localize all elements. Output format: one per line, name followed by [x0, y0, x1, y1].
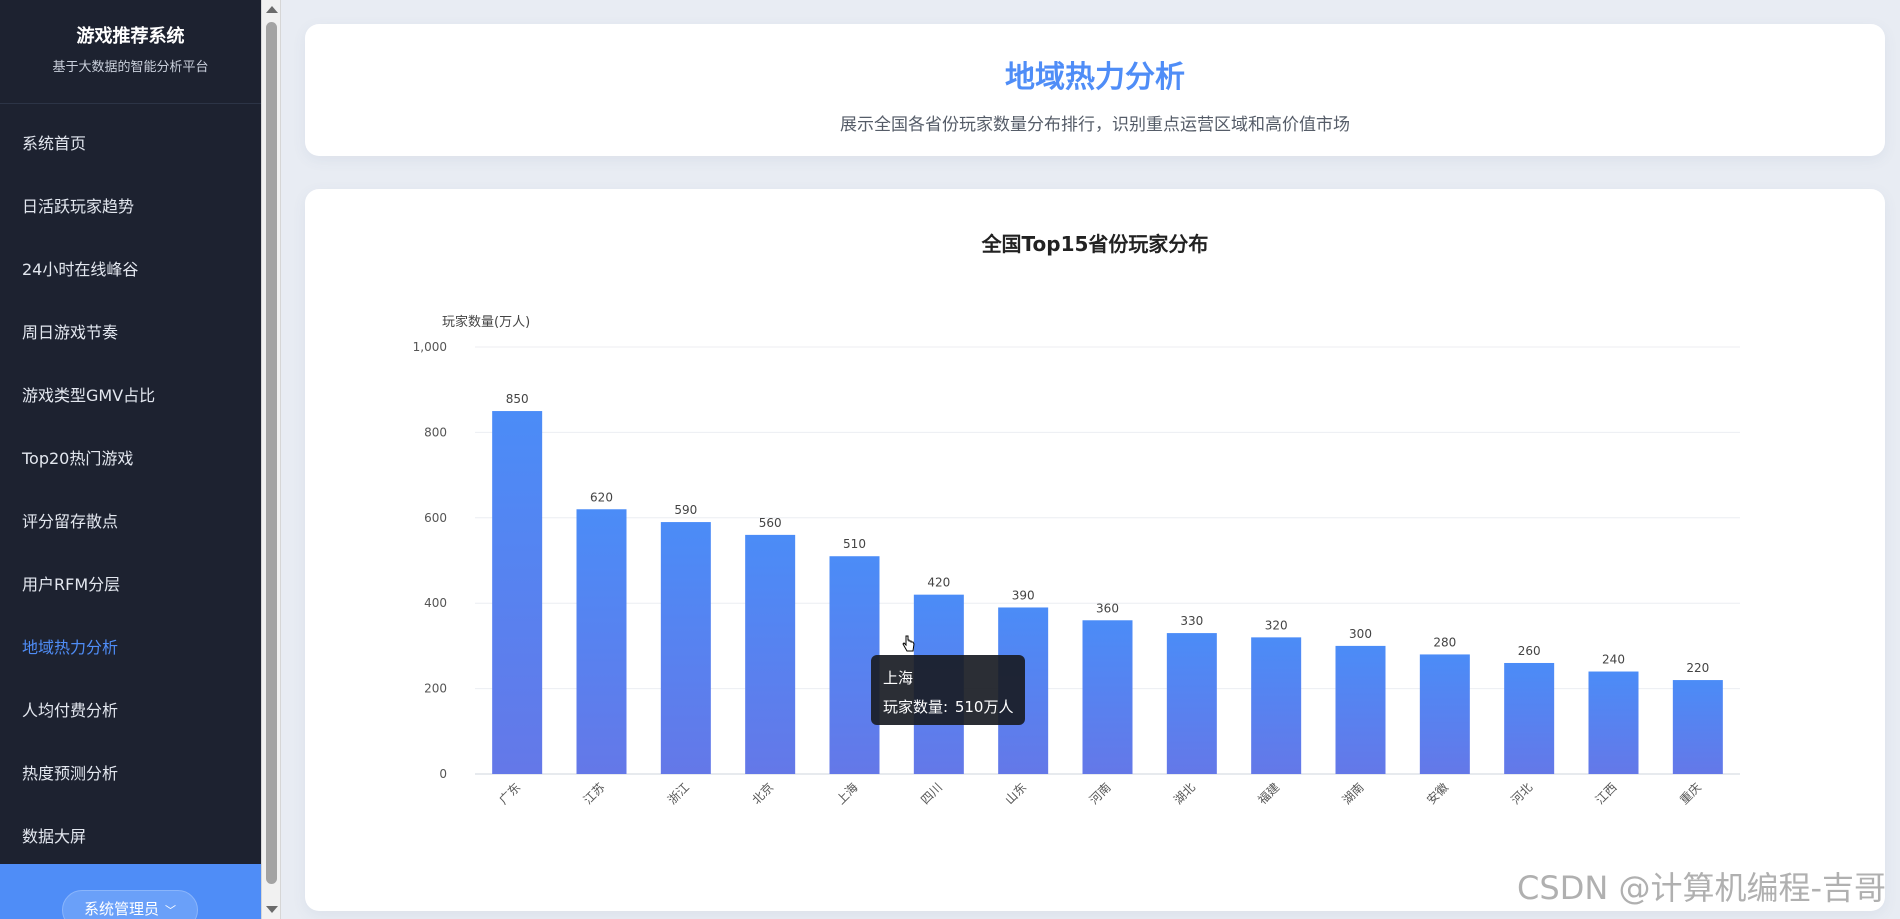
bar-3[interactable] [745, 534, 796, 774]
chart-title: 全国Top15省份玩家分布 [981, 232, 1209, 256]
sidebar-item-11[interactable]: 数据大屏 [0, 805, 261, 868]
main-content: 地域热力分析 展示全国各省份玩家数量分布排行，识别重点运营区域和高价值市场 全国… [282, 0, 1900, 919]
bar-12[interactable] [1504, 662, 1555, 774]
bar-13[interactable] [1588, 671, 1639, 774]
scroll-down-icon[interactable] [266, 906, 278, 913]
brand: 游戏推荐系统 基于大数据的智能分析平台 [0, 0, 261, 104]
x-tick-label: 四川 [918, 780, 945, 807]
y-tick-label: 800 [424, 425, 447, 439]
tooltip-name: 上海 [883, 669, 914, 687]
chart-card: 全国Top15省份玩家分布 玩家数量(万人) 0 200 400 600 800 1,00… [305, 189, 1885, 911]
x-tick-label: 广东 [496, 780, 523, 807]
user-bar: 系统管理员 ﹀ [0, 864, 261, 919]
y-tick-label: 0 [439, 767, 447, 781]
x-tick-label: 河北 [1508, 780, 1535, 807]
bar-14[interactable] [1672, 680, 1723, 774]
x-tick-label: 江西 [1593, 780, 1620, 807]
bar-7[interactable] [1082, 620, 1133, 774]
bar-10[interactable] [1335, 645, 1386, 774]
sidebar-item-6[interactable]: 评分留存散点 [0, 490, 261, 553]
x-tick-label: 河南 [1086, 780, 1114, 808]
data-label: 560 [759, 516, 782, 530]
x-tick-label: 浙江 [665, 780, 692, 807]
y-tick-label: 400 [424, 596, 447, 610]
x-tick-label: 安徽 [1423, 780, 1451, 808]
sidebar: 游戏推荐系统 基于大数据的智能分析平台 系统首页 日活跃玩家趋势 24小时在线峰谷周… [0, 0, 261, 919]
bar-1[interactable] [576, 509, 627, 774]
tooltip-label: 玩家数量: [883, 698, 949, 716]
sidebar-menu: 系统首页 日活跃玩家趋势 24小时在线峰谷 周日游戏节奏 游戏类型GMV占比 Top20热… [0, 104, 261, 868]
bar-8[interactable] [1166, 633, 1217, 774]
x-tick-label: 上海 [833, 780, 861, 808]
data-label: 220 [1686, 661, 1709, 675]
brand-subtitle: 基于大数据的智能分析平台 [52, 60, 209, 75]
x-tick-label: 江苏 [581, 780, 608, 807]
sidebar-item-1[interactable]: 日活跃玩家趋势 [0, 175, 261, 238]
data-label: 360 [1096, 601, 1119, 615]
sidebar-item-4[interactable]: 游戏类型GMV占比 [0, 364, 261, 427]
tooltip-value: 510万人 [954, 698, 1014, 716]
sidebar-item-7[interactable]: 用户RFM分层 [0, 553, 261, 616]
y-tick-label: 200 [424, 682, 447, 696]
x-tick-label: 湖南 [1339, 780, 1367, 808]
data-label: 240 [1602, 653, 1625, 667]
y-tick-label: 600 [424, 511, 447, 525]
data-label: 850 [506, 392, 529, 406]
watermark: CSDN @计算机编程-吉哥 [1517, 869, 1886, 907]
sidebar-item-5[interactable]: Top20热门游戏 [0, 427, 261, 490]
x-tick-label: 湖北 [1170, 780, 1198, 808]
sidebar-item-8[interactable]: 地域热力分析 [0, 616, 261, 679]
data-label: 260 [1518, 644, 1541, 658]
data-label: 510 [843, 537, 866, 551]
y-tick-label: 1,000 [413, 340, 447, 354]
data-label: 390 [1012, 588, 1035, 602]
sidebar-item-2[interactable]: 24小时在线峰谷 [0, 238, 261, 301]
y-axis-label: 玩家数量(万人) [442, 314, 530, 330]
data-label: 320 [1265, 618, 1288, 632]
sidebar-item-10[interactable]: 热度预测分析 [0, 742, 261, 805]
bar-chart: 全国Top15省份玩家分布 玩家数量(万人) 0 200 400 600 800 1,00… [413, 232, 1740, 808]
chevron-down-icon: ﹀ [165, 904, 176, 917]
data-label: 420 [927, 576, 950, 590]
sidebar-item-0[interactable]: 系统首页 [0, 112, 261, 175]
page-title: 地域热力分析 [1005, 60, 1185, 95]
hand-cursor-icon [902, 635, 915, 652]
bar-tooltip: 上海 玩家数量: 510万人 [871, 655, 1025, 725]
user-label: 系统管理员 [83, 900, 159, 918]
scroll-thumb[interactable] [266, 22, 277, 884]
sidebar-item-9[interactable]: 人均付费分析 [0, 679, 261, 742]
user-menu-button[interactable]: 系统管理员 ﹀ [62, 890, 198, 919]
data-label: 590 [674, 503, 697, 517]
scroll-up-icon[interactable] [266, 6, 278, 13]
brand-title: 游戏推荐系统 [76, 26, 185, 47]
data-label: 330 [1180, 614, 1203, 628]
x-tick-label: 重庆 [1677, 780, 1704, 807]
x-tick-label: 福建 [1255, 780, 1283, 808]
data-label: 280 [1433, 635, 1456, 649]
tooltip-value-line: 玩家数量: 510万人 [883, 696, 1013, 717]
x-tick-label: 山东 [1002, 780, 1029, 807]
data-label: 620 [590, 490, 613, 504]
bar-9[interactable] [1251, 637, 1302, 774]
bar-0[interactable] [492, 411, 543, 774]
sidebar-scrollbar[interactable] [261, 0, 281, 919]
x-tick-label: 北京 [749, 780, 776, 807]
data-label: 300 [1349, 627, 1372, 641]
header-card: 地域热力分析 展示全国各省份玩家数量分布排行，识别重点运营区域和高价值市场 [305, 24, 1885, 156]
bar-11[interactable] [1419, 654, 1470, 774]
bar-2[interactable] [660, 522, 711, 774]
page-subtitle: 展示全国各省份玩家数量分布排行，识别重点运营区域和高价值市场 [840, 115, 1350, 135]
sidebar-item-3[interactable]: 周日游戏节奏 [0, 301, 261, 364]
